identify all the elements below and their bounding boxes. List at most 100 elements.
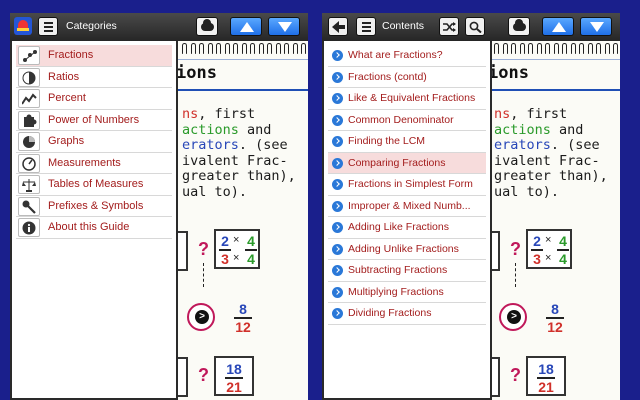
contents-label: Comparing Fractions — [348, 156, 446, 169]
page-title: ions — [488, 63, 529, 83]
contents-label: Subtracting Fractions — [348, 264, 448, 276]
chevron-right-icon — [332, 243, 343, 255]
chevron-right-icon — [332, 265, 343, 276]
arrow-down-icon — [590, 22, 604, 32]
binder-ring — [545, 43, 550, 54]
question-mark: ? — [198, 365, 209, 385]
list-view-button[interactable] — [356, 17, 376, 36]
body-text-fragment: actions — [182, 121, 239, 138]
category-item[interactable]: About this Guide — [16, 217, 172, 239]
binder-ring — [596, 43, 601, 54]
contents-item[interactable]: Fractions in Simplest Form — [328, 174, 486, 196]
next-page-button[interactable] — [580, 17, 612, 36]
body-text-fragment: . (see — [550, 137, 600, 153]
contents-label: Adding Unlike Fractions — [348, 242, 459, 255]
contents-item[interactable]: Multiplying Fractions — [328, 282, 486, 303]
chevron-right-icon — [332, 136, 343, 147]
body-text-fragment: and — [238, 121, 272, 138]
binder-ring — [216, 43, 221, 54]
cloud-button[interactable] — [508, 17, 530, 36]
body-text-fragment: ual to). — [182, 183, 248, 200]
category-item[interactable]: Prefixes & Symbols — [16, 196, 172, 217]
contents-item[interactable]: What are Fractions? — [328, 45, 486, 67]
category-item[interactable]: Fractions — [16, 45, 172, 67]
body-text-fragment: ns — [182, 106, 199, 122]
pie-chart-icon — [18, 132, 40, 151]
contents-item[interactable]: Dividing Fractions — [328, 303, 486, 325]
chevron-right-icon — [332, 179, 343, 190]
cloud-button[interactable] — [196, 17, 218, 36]
contents-label: Multiplying Fractions — [348, 285, 444, 298]
binder-ring — [502, 43, 508, 54]
previous-page-button[interactable] — [230, 17, 262, 36]
cloud-icon — [201, 19, 214, 31]
category-label: Prefixes & Symbols — [48, 199, 144, 212]
contents-item[interactable]: Improper & Mixed Numb... — [328, 196, 486, 217]
binder-ring — [241, 43, 247, 54]
body-text-line: ns, first — [494, 106, 620, 123]
fraction-den-2: 4 — [247, 251, 255, 267]
arrow-up-icon — [240, 22, 254, 32]
binder-ring — [494, 43, 499, 54]
category-label: Power of Numbers — [48, 113, 140, 126]
body-text-fragment: ivalent Frac- — [182, 152, 288, 169]
shuffle-button[interactable] — [439, 17, 459, 36]
contents-item[interactable]: Fractions (contd) — [328, 67, 486, 88]
binder-ring — [528, 43, 533, 54]
list-view-button[interactable] — [38, 17, 58, 36]
app-logo-icon[interactable] — [14, 17, 32, 35]
contents-item[interactable]: Comparing Fractions — [328, 152, 486, 174]
category-label: Measurements — [48, 156, 121, 169]
body-text-line: ivalent Frac- — [182, 152, 308, 170]
body-text-fragment: greater than), — [494, 168, 608, 184]
contents-label: Dividing Fractions — [348, 307, 432, 319]
fraction-multiply-box: 2 3 × × 4 4 — [214, 229, 260, 269]
body-text-line: greater than), — [182, 168, 308, 185]
category-label: Fractions — [48, 49, 94, 61]
fraction-num: 18 — [226, 361, 242, 377]
body-text-fragment: . (see — [238, 137, 288, 153]
compare-circle: > — [187, 303, 215, 331]
contents-item[interactable]: Subtracting Fractions — [328, 260, 486, 282]
categories-menu: Fractions Ratios Percent Power of Numbers Gr… — [10, 41, 178, 400]
categories-list: Fractions Ratios Percent Power of Numbers Gr… — [16, 45, 172, 239]
binder-ring — [284, 43, 289, 54]
fraction-den-1: 3 — [221, 251, 229, 267]
previous-page-button[interactable] — [542, 17, 574, 36]
key-icon — [18, 196, 40, 216]
scales-icon — [18, 175, 40, 194]
category-item[interactable]: Power of Numbers — [16, 110, 172, 131]
page-body-text: ns, first actions and erators. (see ivalent… — [494, 106, 620, 200]
contents-item[interactable]: Finding the LCM — [328, 131, 486, 153]
body-text-line: ivalent Frac- — [494, 153, 620, 170]
back-button[interactable] — [328, 17, 348, 36]
fraction-multiply-box: 2 3 × × 4 4 — [526, 229, 572, 269]
contents-item[interactable]: Adding Unlike Fractions — [328, 239, 486, 260]
search-button[interactable] — [465, 17, 485, 36]
category-item[interactable]: Measurements — [16, 153, 172, 174]
fraction-den-2: 4 — [559, 251, 567, 267]
contents-item[interactable]: Adding Like Fractions — [328, 217, 486, 239]
category-item[interactable]: Percent — [16, 88, 172, 110]
body-text-fragment: greater than), — [182, 168, 296, 184]
question-mark: ? — [510, 365, 521, 385]
category-item[interactable]: Tables of Measures — [16, 174, 172, 196]
menu-toolbar: Contents — [322, 13, 490, 41]
category-item[interactable]: Ratios — [16, 67, 172, 88]
menu-title: Contents — [382, 20, 425, 32]
contents-item[interactable]: Like & Equivalent Fractions — [328, 88, 486, 110]
chevron-right-icon — [332, 93, 343, 104]
fraction-num-1: 2 — [533, 233, 541, 249]
category-item[interactable]: Graphs — [16, 131, 172, 153]
chevron-right-icon — [332, 71, 343, 83]
left-panel: ions ns, first actions and erators. (see iv… — [10, 13, 308, 400]
body-text-fragment: actions — [494, 121, 551, 138]
binder-ring — [233, 43, 238, 54]
arrow-down-icon — [278, 22, 292, 32]
times-sign: × — [233, 234, 240, 246]
next-page-button[interactable] — [268, 17, 300, 36]
contents-label: Finding the LCM — [348, 135, 426, 147]
contents-item[interactable]: Common Denominator — [328, 110, 486, 131]
line-graph-icon — [18, 89, 40, 108]
binder-ring — [587, 43, 593, 54]
